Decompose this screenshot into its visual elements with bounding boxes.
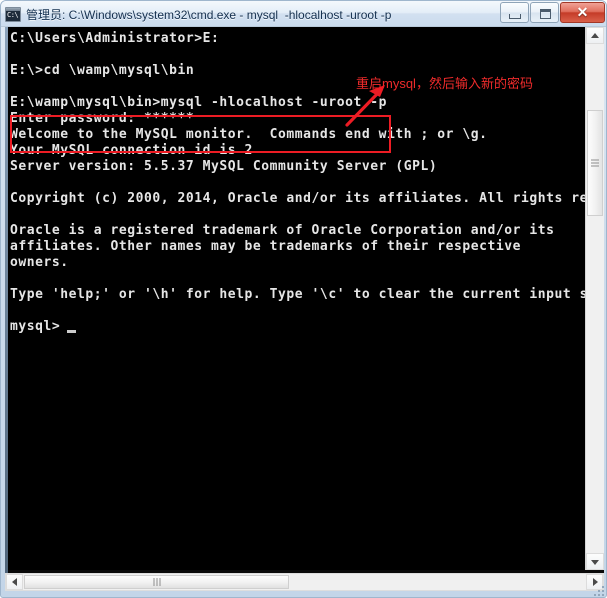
scroll-up-button[interactable] <box>586 27 604 44</box>
cmd-console-icon <box>5 6 21 22</box>
annotation-note: 重启mysql，然后输入新的密码 <box>356 76 533 91</box>
console-line: mysql> <box>10 319 61 334</box>
title-bar[interactable]: 管理员: C:\Windows\system32\cmd.exe - mysql… <box>1 1 606 27</box>
maximize-icon <box>540 9 551 19</box>
horizontal-scrollbar-thumb[interactable] <box>24 575 289 589</box>
thumb-grip-icon <box>153 578 160 586</box>
console-line: Server version: 5.5.37 MySQL Community S… <box>10 159 438 174</box>
console-client-area: mysql> Type 'help;' or '\h' for help. Typ… <box>5 27 604 573</box>
chevron-up-icon <box>591 32 599 38</box>
cmd-window: 管理员: C:\Windows\system32\cmd.exe - mysql… <box>0 0 607 598</box>
console-line: Enter password: ****** <box>10 111 195 126</box>
console-line: E:\>cd \wamp\mysql\bin <box>10 63 195 78</box>
window-controls: ✕ <box>499 2 605 23</box>
console-line: owners. <box>10 255 69 270</box>
console-output[interactable]: mysql> Type 'help;' or '\h' for help. Typ… <box>8 27 585 570</box>
close-icon: ✕ <box>576 4 589 20</box>
console-line: E:\wamp\mysql\bin>mysql -hlocalhost -uro… <box>10 95 387 110</box>
console-line: Type 'help;' or '\h' for help. Type '\c'… <box>10 287 585 302</box>
console-line: Welcome to the MySQL monitor. Commands e… <box>10 127 488 142</box>
console-line: C:\Users\Administrator>E: <box>10 31 220 46</box>
maximize-button[interactable] <box>530 2 559 23</box>
minimize-icon <box>509 14 521 19</box>
console-line: Copyright (c) 2000, 2014, Oracle and/or … <box>10 191 585 206</box>
thumb-grip-icon <box>591 159 599 167</box>
minimize-button[interactable] <box>500 2 529 23</box>
window-title: 管理员: C:\Windows\system32\cmd.exe - mysql… <box>26 7 392 22</box>
console-line: affiliates. Other names may be trademark… <box>10 239 521 254</box>
horizontal-scrollbar[interactable] <box>5 573 604 591</box>
title-bar-content: 管理员: C:\Windows\system32\cmd.exe - mysql… <box>5 4 391 24</box>
console-cursor <box>66 330 76 333</box>
resize-grip[interactable] <box>592 584 604 596</box>
console-line: Oracle is a registered trademark of Orac… <box>10 223 555 238</box>
scroll-left-button[interactable] <box>6 574 23 590</box>
vertical-scrollbar-thumb[interactable] <box>587 110 603 216</box>
vertical-scrollbar[interactable] <box>585 27 604 570</box>
chevron-down-icon <box>591 559 599 565</box>
scroll-down-button[interactable] <box>586 553 604 570</box>
console-line: Your MySQL connection id is 2 <box>10 143 253 158</box>
close-button[interactable]: ✕ <box>560 2 605 23</box>
chevron-left-icon <box>11 578 17 586</box>
